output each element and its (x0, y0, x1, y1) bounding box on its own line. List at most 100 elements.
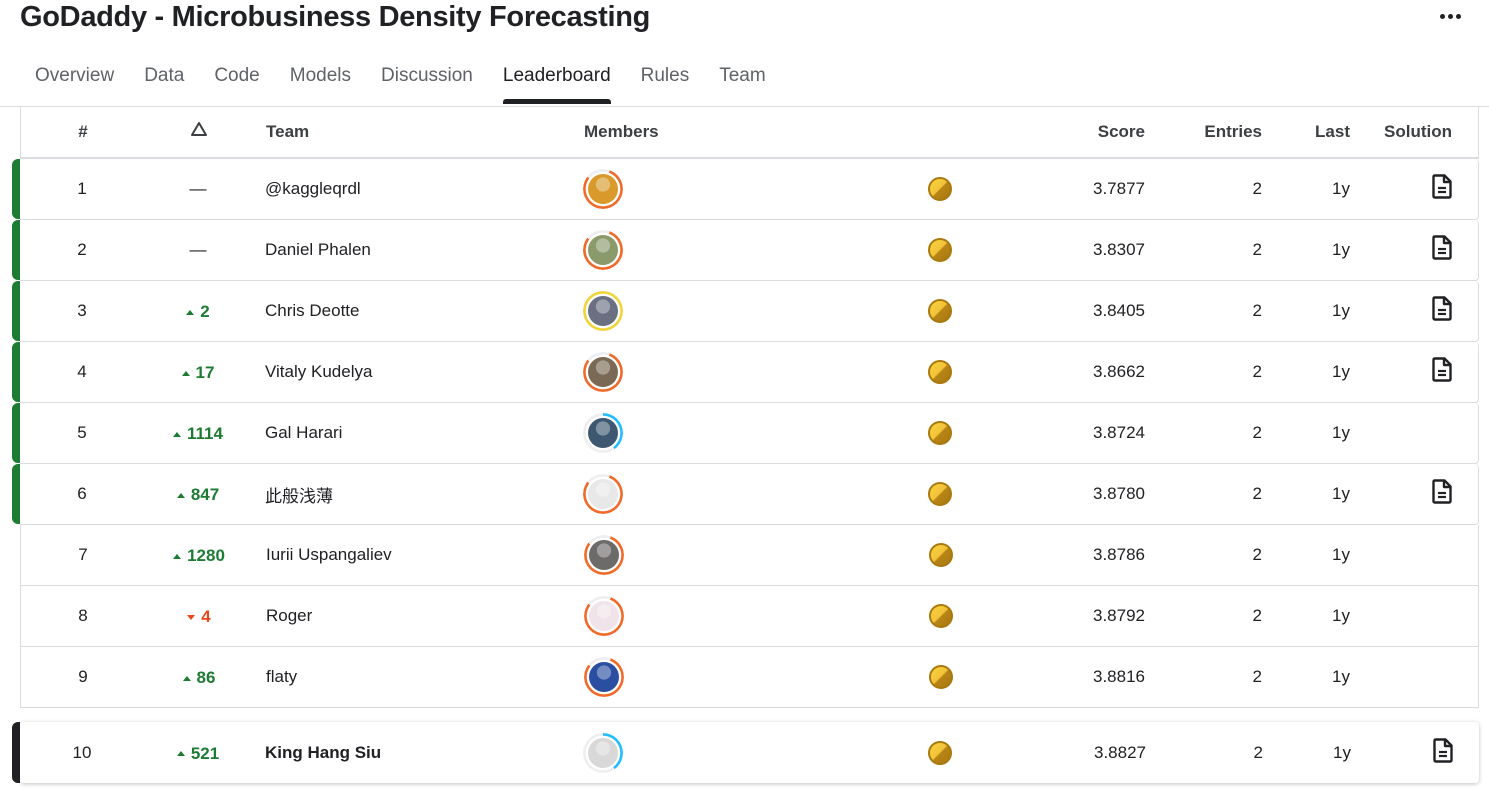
rank: 6 (77, 484, 87, 503)
score: 3.8405 (1093, 301, 1145, 320)
more-options-icon[interactable] (1436, 6, 1464, 26)
avatar[interactable] (583, 474, 623, 514)
team-name[interactable]: flaty (266, 667, 297, 687)
gold-medal-icon (928, 421, 952, 445)
rank-change: 17 (148, 361, 248, 384)
table-row[interactable]: 2 — Daniel Phalen 3.8307 2 1y (12, 220, 1479, 281)
solution-document-icon[interactable] (1432, 235, 1452, 260)
team-name[interactable]: Vitaly Kudelya (265, 362, 372, 382)
table-row[interactable]: 6 847 此般浅薄 3.8780 2 1y (12, 464, 1479, 525)
table-row[interactable]: 5 1114 Gal Harari 3.8724 2 1y (12, 403, 1479, 464)
gold-medal-icon (928, 238, 952, 262)
avatar[interactable] (583, 230, 623, 270)
solution-document-icon[interactable] (1433, 737, 1453, 763)
tab-leaderboard[interactable]: Leaderboard (488, 56, 626, 104)
team-name[interactable]: Gal Harari (265, 423, 342, 443)
rank: 4 (77, 362, 87, 381)
header-score[interactable]: Score (1098, 122, 1145, 142)
last-submission: 1y (1332, 362, 1350, 381)
tab-bar: Overview Data Code Models Discussion Leaderbo… (20, 56, 781, 106)
solution-document-icon[interactable] (1432, 357, 1452, 382)
tab-team[interactable]: Team (704, 56, 780, 104)
tab-discussion[interactable]: Discussion (366, 56, 488, 104)
rank-change: — (148, 179, 248, 199)
tab-models[interactable]: Models (275, 56, 366, 104)
members (583, 352, 623, 392)
entries: 2 (1252, 179, 1262, 198)
solution (1432, 296, 1452, 326)
arrow-up-icon (182, 675, 191, 681)
team-name[interactable]: King Hang Siu (265, 743, 381, 763)
solution-document-icon[interactable] (1432, 174, 1452, 199)
header-entries[interactable]: Entries (1204, 122, 1262, 142)
avatar[interactable] (584, 657, 624, 697)
avatar[interactable] (584, 535, 624, 575)
team-name[interactable]: Chris Deotte (265, 301, 359, 321)
rank-change: 4 (149, 605, 249, 628)
rank-change-up: 1114 (173, 424, 223, 444)
avatar[interactable] (583, 732, 623, 773)
members (583, 413, 623, 453)
entries: 2 (1252, 240, 1262, 259)
solution-document-icon[interactable] (1432, 479, 1452, 504)
table-row[interactable]: 8 4 Roger 3.8792 2 1y (20, 586, 1479, 647)
team-name[interactable]: Roger (266, 606, 312, 626)
last-submission: 1y (1332, 545, 1350, 564)
rank-change-up: 521 (176, 744, 219, 764)
rank-change-none: — (189, 240, 207, 259)
avatar[interactable] (583, 169, 623, 209)
solution (1433, 737, 1453, 768)
score: 3.8827 (1094, 742, 1146, 762)
table-row[interactable]: 4 17 Vitaly Kudelya 3.8662 2 1y (12, 342, 1479, 403)
gold-medal-icon (928, 299, 952, 323)
table-row[interactable]: 1 — @kaggleqrdl 3.7877 2 1y (12, 159, 1479, 220)
gold-medal-icon (928, 177, 952, 201)
avatar[interactable] (583, 413, 623, 453)
avatar-image (588, 174, 618, 204)
avatar[interactable] (584, 596, 624, 636)
team-name[interactable]: Iurii Uspangaliev (266, 545, 392, 565)
rank-change: 1280 (149, 544, 249, 567)
members (583, 474, 623, 514)
solution-document-icon[interactable] (1432, 296, 1452, 321)
rank: 5 (77, 423, 87, 442)
avatar[interactable] (583, 291, 623, 331)
table-row[interactable]: 3 2 Chris Deotte 3.8405 2 1y (12, 281, 1479, 342)
rank-change: 1114 (148, 422, 248, 445)
members (584, 657, 624, 697)
team-name[interactable]: 此般浅薄 (265, 482, 333, 507)
current-user-row[interactable]: 10 521 King Hang Siu 3.8827 2 1y (12, 722, 1479, 783)
header-delta[interactable] (149, 122, 249, 142)
current-user-row-wrap: 10 521 King Hang Siu 3.8827 2 1y (12, 722, 1479, 783)
rank-change-none: — (189, 179, 207, 198)
table-row[interactable]: 9 86 flaty 3.8816 2 1y (20, 647, 1479, 708)
gold-medal-icon (929, 604, 953, 628)
members (584, 535, 624, 575)
leaderboard-table: # Team Members Score Entries Last Soluti… (12, 107, 1479, 783)
tab-code[interactable]: Code (199, 56, 274, 104)
solution (1432, 174, 1452, 204)
arrow-up-icon (176, 751, 185, 757)
tab-rules[interactable]: Rules (626, 56, 705, 104)
header-team[interactable]: Team (266, 122, 309, 142)
tab-data[interactable]: Data (129, 56, 199, 104)
rank-change-up: 1280 (173, 546, 225, 566)
score: 3.8724 (1093, 423, 1145, 442)
rank-change-down: 4 (187, 607, 211, 627)
header-last[interactable]: Last (1315, 122, 1350, 142)
last-submission: 1y (1332, 606, 1350, 625)
table-row[interactable]: 7 1280 Iurii Uspangaliev 3.8786 2 1y (20, 525, 1479, 586)
team-name[interactable]: Daniel Phalen (265, 240, 371, 260)
table-header: # Team Members Score Entries Last Soluti… (20, 107, 1479, 159)
avatar[interactable] (583, 352, 623, 392)
header-rank[interactable]: # (21, 122, 145, 142)
avatar-image (588, 296, 618, 326)
members (583, 732, 623, 773)
page-title: GoDaddy - Microbusiness Density Forecast… (20, 1, 651, 33)
rank: 1 (77, 179, 87, 198)
avatar-image (589, 601, 619, 631)
tab-overview[interactable]: Overview (20, 56, 129, 104)
arrow-up-icon (176, 492, 185, 498)
team-name[interactable]: @kaggleqrdl (265, 179, 361, 199)
rank-change-up: 86 (182, 668, 215, 688)
